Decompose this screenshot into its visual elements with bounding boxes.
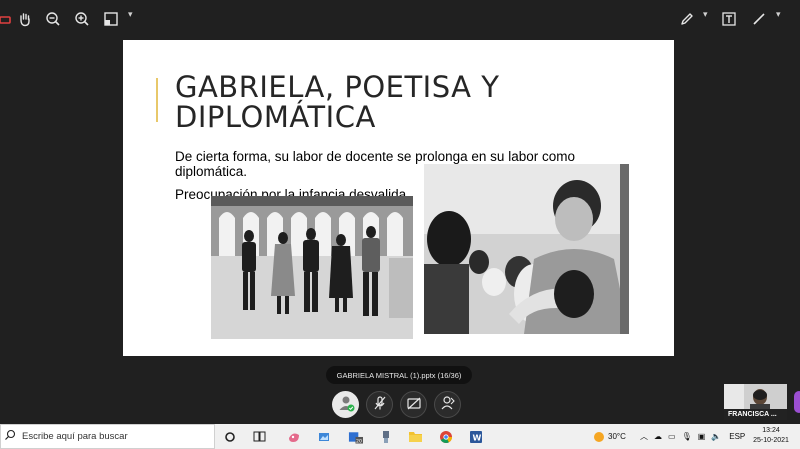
sun-icon	[594, 431, 604, 442]
file-explorer-icon[interactable]	[408, 429, 423, 444]
share-button[interactable]	[434, 391, 461, 418]
mute-button[interactable]	[366, 391, 393, 418]
clock-time: 13:24	[762, 427, 780, 434]
svg-text:20: 20	[356, 439, 362, 444]
clock-date: 25-10-2021	[753, 437, 789, 444]
store-app-icon[interactable]: 20	[348, 429, 363, 444]
participant-video-tile[interactable]: FRANCISCA ...	[724, 384, 787, 420]
zoom-out-icon[interactable]	[42, 8, 64, 30]
taskbar-clock[interactable]: 13:24 25-10-2021	[748, 426, 794, 446]
camera-button[interactable]	[400, 391, 427, 418]
participant-name: FRANCISCA ...	[724, 409, 787, 420]
search-icon	[4, 429, 22, 444]
title-accent-bar	[156, 78, 158, 122]
weather-widget[interactable]: 30°C	[594, 424, 626, 449]
microphone-icon[interactable]: 🎙	[682, 432, 692, 441]
video-off-icon	[406, 395, 422, 415]
network-icon[interactable]: ▣	[698, 432, 706, 441]
slide-title: GABRIELA, POETISA Y DIPLOMÁTICA	[175, 72, 645, 132]
presentation-slide: GABRIELA, POETISA Y DIPLOMÁTICA De ciert…	[123, 40, 674, 356]
pen-dropdown-icon[interactable]: ▾	[703, 10, 708, 20]
pen-icon[interactable]	[676, 8, 698, 30]
speaker-icon[interactable]: 🔈	[711, 432, 721, 441]
taskbar-search-box[interactable]: Escribe aquí para buscar	[0, 424, 215, 449]
presentation-file-label: GABRIELA MISTRAL (1).pptx (16/36)	[326, 366, 472, 384]
cortana-icon[interactable]	[222, 429, 237, 444]
line-dropdown-icon[interactable]: ▾	[776, 10, 781, 20]
user-status-button[interactable]	[332, 391, 359, 418]
usb-device-icon[interactable]	[378, 429, 393, 444]
mic-off-icon	[372, 395, 388, 415]
cloud-icon[interactable]: ☁	[654, 432, 662, 441]
chevron-up-icon[interactable]: ︿	[640, 431, 648, 442]
paint-app-icon[interactable]	[286, 429, 301, 444]
share-icon	[440, 395, 456, 415]
language-indicator[interactable]: ESP	[729, 432, 745, 441]
chrome-icon[interactable]	[438, 429, 453, 444]
task-view-icon[interactable]	[252, 429, 267, 444]
slide-title-line-1: GABRIELA, POETISA Y	[175, 70, 500, 104]
slide-title-line-2: DIPLOMÁTICA	[175, 100, 376, 134]
photos-app-icon[interactable]	[316, 429, 331, 444]
zoom-in-icon[interactable]	[71, 8, 93, 30]
group-photo	[211, 196, 413, 339]
user-status-icon	[337, 394, 355, 416]
side-panel-handle[interactable]	[794, 391, 800, 413]
children-photo	[424, 164, 629, 334]
search-placeholder: Escribe aquí para buscar	[22, 431, 128, 442]
fit-page-icon[interactable]	[100, 8, 122, 30]
line-icon[interactable]	[748, 8, 770, 30]
svg-text:W: W	[472, 433, 481, 442]
fit-dropdown-icon[interactable]: ▾	[128, 10, 133, 20]
battery-icon[interactable]: ▭	[668, 432, 676, 441]
text-box-icon[interactable]	[718, 8, 740, 30]
word-app-icon[interactable]: W	[468, 429, 483, 444]
viewer-toolbar: ▾ ▾ ▾	[0, 0, 800, 38]
weather-temperature: 30°C	[608, 432, 626, 441]
windows-taskbar: Escribe aquí para buscar 20 W 30°C ︿ ☁ ▭…	[0, 424, 800, 449]
hand-pan-icon[interactable]	[14, 8, 36, 30]
system-tray-icons: ︿ ☁ ▭ 🎙 ▣ 🔈 ESP	[640, 424, 745, 449]
